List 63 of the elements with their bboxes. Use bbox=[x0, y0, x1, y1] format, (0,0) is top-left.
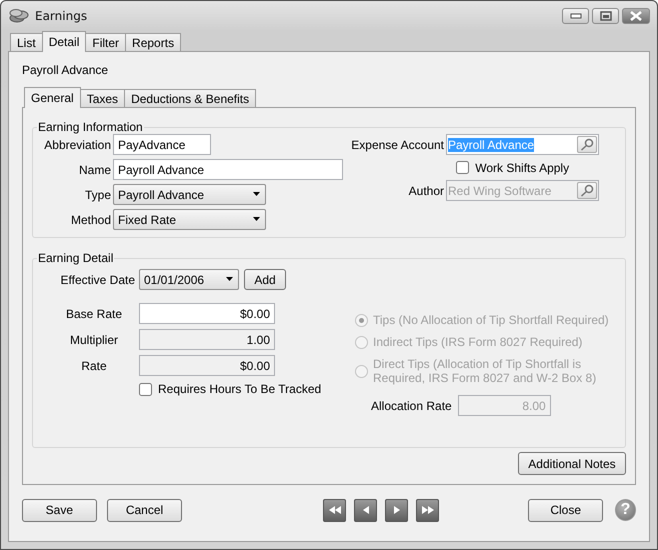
field-label: Allocation Rate bbox=[371, 398, 452, 412]
add-button[interactable]: Add bbox=[244, 269, 286, 290]
field-label: Author bbox=[408, 184, 444, 198]
radio-label: Direct Tips (Allocation of Tip Shortfall is Required, IRS Form 8027 and W-2 Box 8) bbox=[373, 357, 598, 385]
field-label: Type bbox=[84, 188, 111, 202]
caret-icon bbox=[252, 192, 261, 197]
double-left-arrow-icon bbox=[328, 504, 342, 516]
checkbox[interactable] bbox=[139, 382, 152, 396]
field-label: Expense Account bbox=[351, 138, 444, 152]
rate-field: $0.00 bbox=[139, 355, 275, 376]
tab[interactable]: Filter bbox=[85, 33, 126, 51]
group-title: Earning Information bbox=[38, 120, 143, 134]
window-title: Earnings bbox=[35, 9, 88, 23]
maximize-button[interactable] bbox=[592, 8, 619, 24]
field-label: Name bbox=[78, 162, 111, 176]
close-icon bbox=[629, 11, 643, 21]
allocation-rate-field: 8.00 bbox=[458, 395, 551, 416]
minimize-button[interactable] bbox=[562, 8, 589, 24]
field-label: Method bbox=[70, 212, 111, 226]
field-label: Multiplier bbox=[68, 332, 119, 346]
multiplier-field: 1.00 bbox=[139, 329, 275, 350]
tab[interactable]: Deductions & Benefits bbox=[124, 89, 256, 107]
tab[interactable]: List bbox=[10, 33, 43, 51]
checkbox[interactable] bbox=[456, 161, 470, 174]
close-button[interactable] bbox=[622, 8, 650, 24]
effective-date-dropdown[interactable]: 01/01/2006 bbox=[139, 269, 239, 290]
search-icon bbox=[580, 184, 594, 197]
tab[interactable]: Reports bbox=[125, 33, 182, 51]
radio-label: Indirect Tips (IRS Form 8027 Required) bbox=[373, 335, 582, 349]
cancel-button[interactable]: Cancel bbox=[106, 498, 182, 522]
additional-notes-button[interactable]: Additional Notes bbox=[518, 452, 626, 475]
minimize-icon bbox=[570, 13, 582, 19]
radio-label: Tips (No Allocation of Tip Shortfall Required) bbox=[373, 313, 609, 327]
base-rate-field[interactable]: $0.00 bbox=[139, 303, 275, 324]
checkbox-label: Requires Hours To Be Tracked bbox=[158, 382, 322, 396]
coins-icon bbox=[8, 8, 30, 24]
tab[interactable]: General bbox=[24, 87, 81, 108]
save-button[interactable]: Save bbox=[22, 498, 97, 522]
field-label: Rate bbox=[80, 358, 108, 372]
next-record-button[interactable] bbox=[385, 498, 408, 522]
maximize-icon bbox=[600, 11, 612, 21]
last-record-button[interactable] bbox=[416, 498, 440, 522]
close-dialog-button[interactable]: Close bbox=[528, 498, 604, 522]
name-field[interactable]: Payroll Advance bbox=[113, 159, 343, 180]
type-dropdown[interactable]: Payroll Advance bbox=[113, 184, 266, 205]
abbreviation-field[interactable]: PayAdvance bbox=[113, 134, 211, 155]
caret-icon bbox=[225, 277, 234, 282]
double-right-arrow-icon bbox=[420, 504, 435, 516]
search-button[interactable] bbox=[577, 136, 597, 153]
checkbox-label: Work Shifts Apply bbox=[475, 160, 570, 174]
search-icon bbox=[580, 138, 594, 151]
field-label: Abbreviation bbox=[43, 138, 111, 152]
tab[interactable]: Taxes bbox=[80, 89, 126, 107]
method-dropdown[interactable]: Fixed Rate bbox=[113, 209, 266, 230]
field-label: Base Rate bbox=[64, 306, 124, 320]
field-label: Effective Date bbox=[60, 272, 135, 286]
group-title: Earning Detail bbox=[38, 251, 114, 265]
record-title: Payroll Advance bbox=[22, 63, 110, 77]
caret-icon bbox=[252, 217, 261, 222]
author-field: Red Wing Software bbox=[446, 180, 599, 201]
tab[interactable]: Detail bbox=[42, 31, 86, 52]
previous-record-button[interactable] bbox=[354, 498, 378, 522]
first-record-button[interactable] bbox=[323, 498, 346, 522]
